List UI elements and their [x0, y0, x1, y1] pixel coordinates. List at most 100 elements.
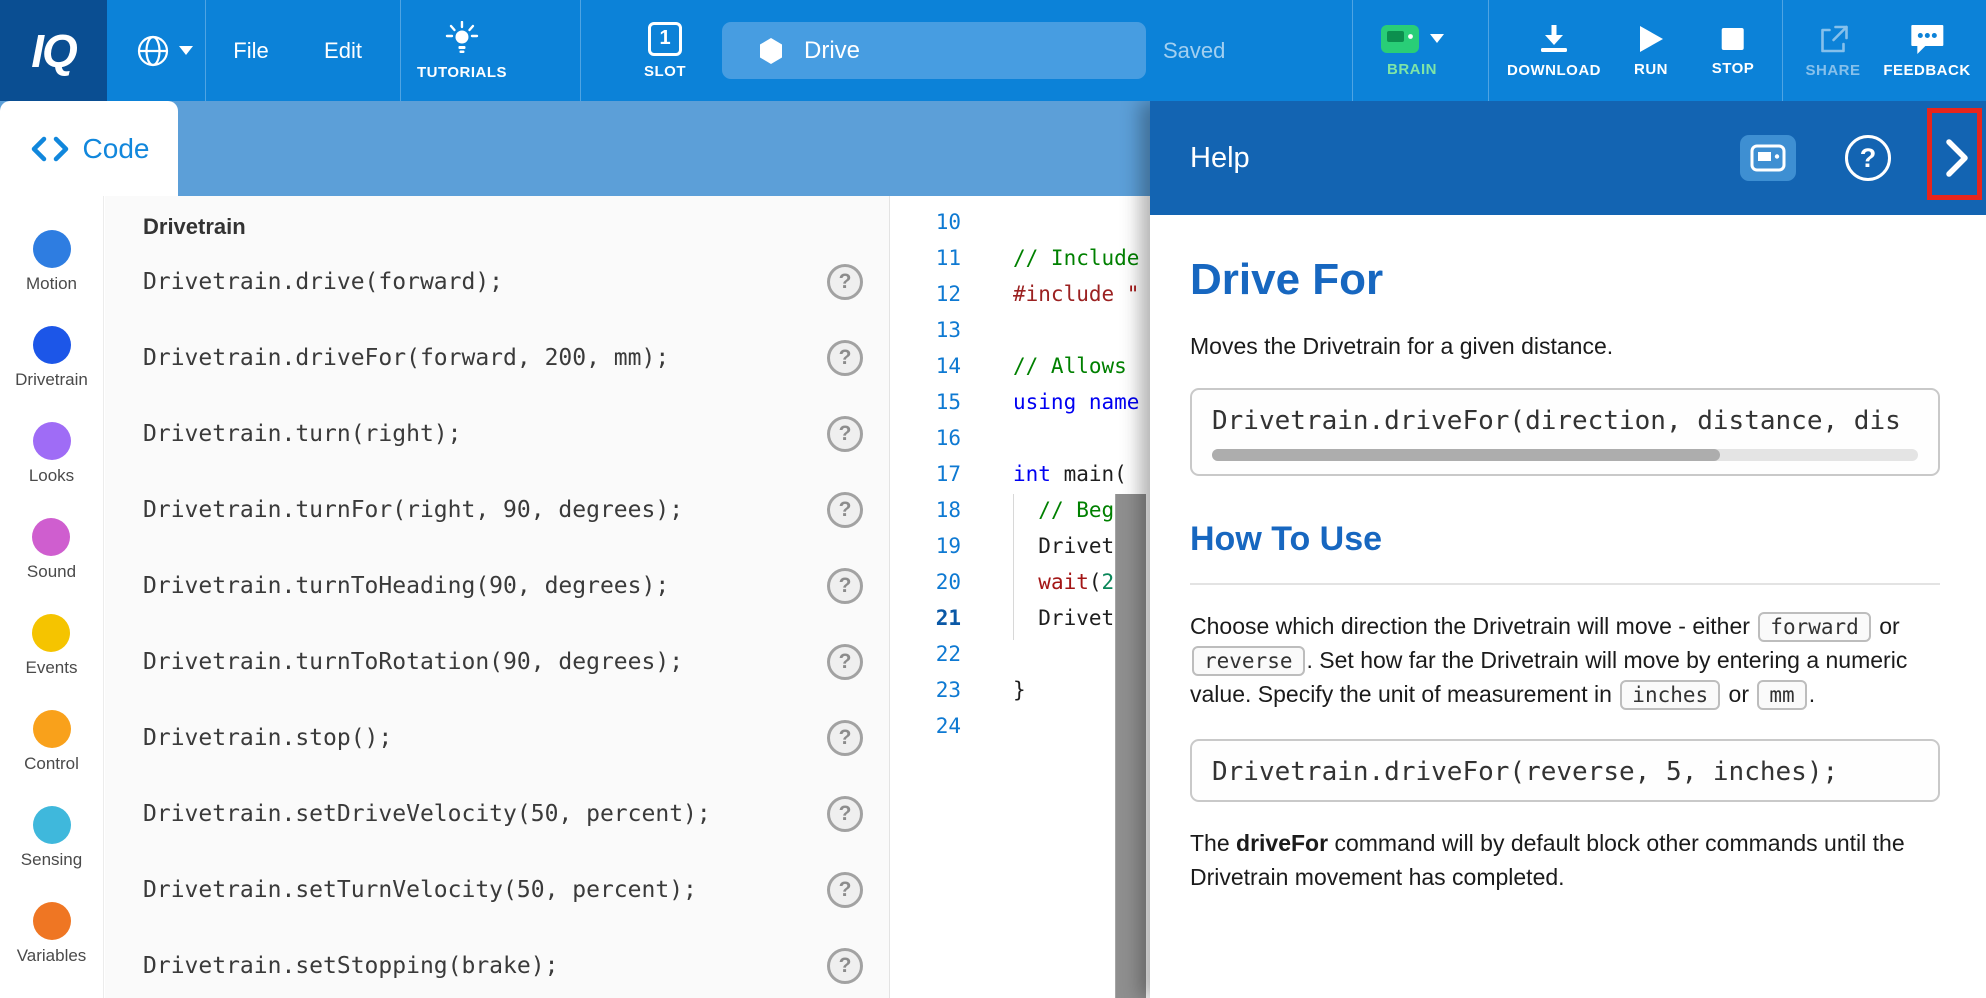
brain-help-button[interactable]	[1740, 135, 1796, 181]
category-events[interactable]: Events	[26, 614, 78, 710]
motion-category-icon[interactable]	[33, 230, 71, 268]
command-help-button[interactable]: ?	[827, 796, 863, 832]
command-text[interactable]: Drivetrain.turnToRotation(90, degrees);	[143, 649, 683, 675]
category-sensing[interactable]: Sensing	[21, 806, 82, 902]
project-name-button[interactable]: Drive	[722, 22, 1146, 79]
command-row[interactable]: Drivetrain.setTurnVelocity(50, percent);…	[105, 852, 889, 928]
events-category-icon[interactable]	[32, 614, 70, 652]
scrollbar-thumb[interactable]	[1212, 449, 1720, 461]
command-help-button[interactable]: ?	[827, 492, 863, 528]
control-category-icon[interactable]	[33, 710, 71, 748]
editor-scrollbar[interactable]	[1115, 494, 1146, 998]
line-content: }	[1013, 678, 1026, 702]
line-content: #include "	[1013, 282, 1139, 306]
chevron-down-icon	[1430, 34, 1444, 43]
share-button[interactable]: SHARE	[1805, 0, 1860, 101]
command-help-button[interactable]: ?	[827, 340, 863, 376]
command-row[interactable]: Drivetrain.driveFor(forward, 200, mm);?	[105, 320, 889, 396]
editor-line[interactable]: 24	[891, 708, 1150, 744]
stop-button[interactable]: STOP	[1712, 0, 1755, 101]
sound-category-icon[interactable]	[32, 518, 70, 556]
brain-icon	[1380, 24, 1422, 54]
command-help-button[interactable]: ?	[827, 568, 863, 604]
editor-line[interactable]: 17int main(	[891, 456, 1150, 492]
command-row[interactable]: Drivetrain.turnToRotation(90, degrees);?	[105, 624, 889, 700]
slot-button[interactable]: 1 SLOT	[644, 0, 686, 101]
category-drivetrain[interactable]: Drivetrain	[15, 326, 88, 422]
command-row[interactable]: Drivetrain.setStopping(brake);?	[105, 928, 889, 998]
collapse-help-button[interactable]	[1937, 129, 1977, 187]
command-text[interactable]: Drivetrain.setStopping(brake);	[143, 953, 558, 979]
editor-line[interactable]: 21 Drivetra	[891, 600, 1150, 636]
download-icon	[1537, 23, 1571, 55]
note-paragraph: The driveFor command will by default blo…	[1190, 826, 1940, 894]
brain-outline-icon	[1750, 144, 1786, 172]
text-segment: or	[1722, 681, 1755, 707]
command-help-button[interactable]: ?	[827, 644, 863, 680]
command-row[interactable]: Drivetrain.turnToHeading(90, degrees);?	[105, 548, 889, 624]
editor-line[interactable]: 23}	[891, 672, 1150, 708]
command-text[interactable]: Drivetrain.setTurnVelocity(50, percent);	[143, 877, 697, 903]
stop-icon	[1719, 25, 1747, 53]
editor-line[interactable]: 12#include "	[891, 276, 1150, 312]
command-help-button[interactable]: ?	[827, 948, 863, 984]
editor-line[interactable]: 10	[891, 204, 1150, 240]
code-box-horizontal-scrollbar[interactable]	[1212, 449, 1918, 461]
command-help-button[interactable]: ?	[827, 264, 863, 300]
command-text[interactable]: Drivetrain.turn(right);	[143, 421, 462, 447]
category-control[interactable]: Control	[24, 710, 79, 806]
editor-line[interactable]: 20 wait(2,	[891, 564, 1150, 600]
editor-lines: 1011// Include12#include "1314// Allows1…	[891, 196, 1150, 744]
command-text[interactable]: Drivetrain.turnFor(right, 90, degrees);	[143, 497, 683, 523]
editor-line[interactable]: 11// Include	[891, 240, 1150, 276]
editor-line[interactable]: 15 using name	[891, 384, 1150, 420]
category-sound[interactable]: Sound	[27, 518, 76, 614]
editor-line[interactable]: 14// Allows	[891, 348, 1150, 384]
sensing-category-icon[interactable]	[33, 806, 71, 844]
tab-code[interactable]: Code	[0, 101, 178, 196]
file-menu[interactable]: File	[218, 0, 284, 101]
run-button[interactable]: RUN	[1634, 0, 1668, 101]
drivetrain-category-icon[interactable]	[33, 326, 71, 364]
category-looks[interactable]: Looks	[29, 422, 74, 518]
editor-line[interactable]: 22	[891, 636, 1150, 672]
command-row[interactable]: Drivetrain.stop();?	[105, 700, 889, 776]
editor-line[interactable]: 19 Drivetra	[891, 528, 1150, 564]
brain-button[interactable]: BRAIN	[1380, 0, 1444, 101]
line-number: 22	[891, 642, 961, 666]
line-number: 15	[891, 390, 961, 414]
command-text[interactable]: Drivetrain.driveFor(forward, 200, mm);	[143, 345, 669, 371]
category-motion[interactable]: Motion	[26, 230, 77, 326]
command-text[interactable]: Drivetrain.stop();	[143, 725, 392, 751]
code-editor[interactable]: 1011// Include12#include "1314// Allows1…	[891, 196, 1150, 998]
code-icon	[29, 135, 71, 163]
command-list-header: Drivetrain	[143, 210, 889, 244]
editor-line[interactable]: 13	[891, 312, 1150, 348]
looks-category-icon[interactable]	[33, 422, 71, 460]
command-help-button[interactable]: ?	[827, 416, 863, 452]
editor-line[interactable]: 18 // Begi	[891, 492, 1150, 528]
language-menu[interactable]	[126, 0, 202, 101]
category-label: Sound	[27, 562, 76, 582]
command-text[interactable]: Drivetrain.setDriveVelocity(50, percent)…	[143, 801, 711, 827]
toolbar-separator	[1488, 0, 1489, 101]
command-row[interactable]: Drivetrain.turnFor(right, 90, degrees);?	[105, 472, 889, 548]
command-help-button[interactable]: ?	[827, 872, 863, 908]
feedback-button[interactable]: FEEDBACK	[1883, 0, 1970, 101]
command-text[interactable]: Drivetrain.drive(forward);	[143, 269, 503, 295]
help-question-button[interactable]: ?	[1845, 135, 1891, 181]
command-row[interactable]: Drivetrain.drive(forward);?	[105, 244, 889, 320]
edit-menu[interactable]: Edit	[310, 0, 376, 101]
command-help-button[interactable]: ?	[827, 720, 863, 756]
variables-category-icon[interactable]	[33, 902, 71, 940]
command-row[interactable]: Drivetrain.turn(right);?	[105, 396, 889, 472]
line-number: 11	[891, 246, 961, 270]
command-row[interactable]: Drivetrain.setDriveVelocity(50, percent)…	[105, 776, 889, 852]
line-content: using name	[1013, 390, 1139, 414]
download-button[interactable]: DOWNLOAD	[1507, 0, 1601, 101]
command-text[interactable]: Drivetrain.turnToHeading(90, degrees);	[143, 573, 669, 599]
editor-line[interactable]: 16	[891, 420, 1150, 456]
category-variables[interactable]: Variables	[17, 902, 87, 998]
help-code-box-signature: Drivetrain.driveFor(direction, distance,…	[1190, 388, 1940, 476]
tutorials-button[interactable]: TUTORIALS	[417, 0, 507, 101]
